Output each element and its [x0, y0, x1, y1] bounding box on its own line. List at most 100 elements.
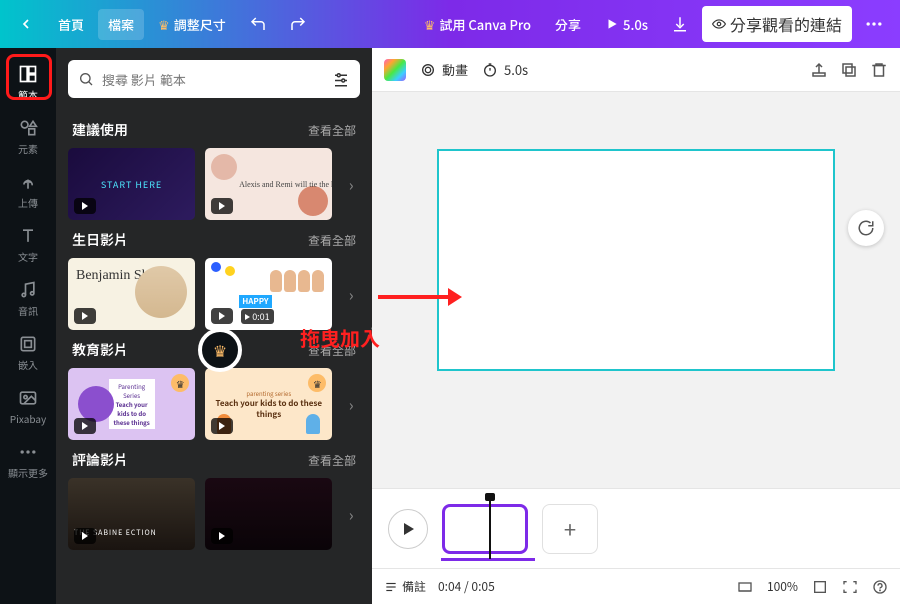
card-text: HAPPY — [239, 295, 271, 308]
share-view-link-button[interactable]: 分享觀看的連結 — [702, 6, 852, 42]
template-card[interactable]: Parenting SeriesTeach your kids to do th… — [68, 368, 195, 440]
share-view-link-label: 分享觀看的連結 — [730, 12, 842, 36]
row-next-button[interactable]: › — [342, 172, 360, 196]
search-input[interactable] — [102, 70, 324, 89]
row-birthday: Benjamin Shah HAPPY 0:01 › — [68, 258, 360, 330]
file-menu[interactable]: 檔案 — [98, 9, 144, 40]
help-button[interactable] — [872, 579, 888, 595]
see-all-link[interactable]: 查看全部 — [308, 232, 356, 249]
animation-button[interactable]: 動畫 — [420, 60, 468, 79]
sidebar-elements-label: 元素 — [18, 141, 38, 156]
sidebar-item-templates[interactable]: 範本 — [4, 56, 52, 108]
color-picker-button[interactable] — [384, 59, 406, 81]
row-education: Parenting SeriesTeach your kids to do th… — [68, 368, 360, 440]
timeline-frame[interactable] — [442, 504, 528, 554]
sidebar-text-label: 文字 — [18, 249, 38, 264]
sidebar-item-embeds[interactable]: 嵌入 — [4, 326, 52, 378]
row-next-button[interactable]: › — [342, 392, 360, 416]
bottom-bar: 備註 0:04 / 0:05 100% — [372, 568, 900, 604]
notes-button[interactable]: 備註 — [384, 578, 426, 595]
notes-label: 備註 — [402, 578, 426, 595]
row-recommended: START HERE Alexis and Remi will tie the … — [68, 148, 360, 220]
resize-button[interactable]: ♛ 調整尺寸 — [148, 9, 236, 40]
export-icon[interactable] — [810, 61, 828, 79]
templates-icon — [17, 63, 39, 85]
download-button[interactable] — [662, 6, 698, 42]
play-icon — [74, 528, 96, 544]
section-title: 生日影片 — [72, 230, 128, 250]
crown-icon: ♛ — [424, 15, 436, 34]
template-card[interactable]: START HERE — [68, 148, 195, 220]
sidebar-uploads-label: 上傳 — [18, 195, 38, 210]
home-button[interactable]: 首頁 — [48, 9, 94, 40]
canvas-zone[interactable] — [372, 92, 900, 488]
template-card[interactable] — [205, 478, 332, 550]
sidebar-item-pixabay[interactable]: Pixabay — [4, 380, 52, 432]
template-card[interactable]: Benjamin Shah — [68, 258, 195, 330]
see-all-link[interactable]: 查看全部 — [308, 122, 356, 139]
play-icon — [74, 418, 96, 434]
sidebar-more-label: 顯示更多 — [8, 465, 48, 480]
section-birthday-head: 生日影片 查看全部 — [72, 230, 356, 250]
premium-badge-icon: ♛ — [308, 374, 326, 392]
sidebar-templates-label: 範本 — [18, 87, 38, 102]
duplicate-icon[interactable] — [840, 61, 858, 79]
more-icon — [17, 441, 39, 463]
play-icon — [211, 198, 233, 214]
add-page-button[interactable]: + — [542, 504, 598, 554]
share-button[interactable]: 分享 — [545, 9, 591, 40]
drag-premium-badge: ♛ — [198, 328, 242, 372]
fullscreen-button[interactable] — [812, 579, 828, 595]
timeline-play-button[interactable] — [388, 509, 428, 549]
search-bar[interactable] — [68, 60, 360, 98]
resize-label: 調整尺寸 — [174, 15, 226, 34]
more-menu-button[interactable] — [856, 6, 892, 42]
sidebar: 範本 元素 上傳 文字 音訊 嵌入 Pixabay 顯示更多 — [0, 48, 56, 604]
sidebar-item-text[interactable]: 文字 — [4, 218, 52, 270]
editor-area: 動畫 5.0s + — [372, 48, 900, 604]
section-title: 教育影片 — [72, 340, 128, 360]
play-icon — [211, 528, 233, 544]
timeline: + — [372, 488, 900, 568]
row-next-button[interactable]: › — [342, 502, 360, 526]
back-button[interactable] — [8, 6, 44, 42]
see-all-link[interactable]: 查看全部 — [308, 452, 356, 469]
row-review: THE SABINE ECTION › — [68, 478, 360, 550]
premium-badge-icon: ♛ — [171, 374, 189, 392]
delete-icon[interactable] — [870, 61, 888, 79]
present-button[interactable] — [842, 579, 858, 595]
play-duration-label: 5.0s — [623, 15, 648, 34]
top-bar: 首頁 檔案 ♛ 調整尺寸 ♛ 試用 Canva Pro 分享 5.0s — [0, 0, 900, 48]
play-preview-button[interactable]: 5.0s — [595, 9, 658, 40]
row-next-button[interactable]: › — [342, 282, 360, 306]
sidebar-item-uploads[interactable]: 上傳 — [4, 164, 52, 216]
canvas-frame[interactable] — [437, 149, 835, 371]
section-review-head: 評論影片 查看全部 — [72, 450, 356, 470]
duration-badge: 0:01 — [241, 309, 274, 324]
playhead[interactable] — [489, 497, 491, 559]
try-pro-label: 試用 Canva Pro — [439, 15, 531, 34]
pixabay-icon — [17, 387, 39, 409]
undo-button[interactable] — [240, 6, 276, 42]
template-card[interactable]: Alexis and Remi will tie the knot! — [205, 148, 332, 220]
see-all-link[interactable]: 查看全部 — [308, 342, 356, 359]
refresh-button[interactable] — [848, 210, 884, 246]
redo-button[interactable] — [280, 6, 316, 42]
editor-toolbar: 動畫 5.0s — [372, 48, 900, 92]
time-display: 0:04 / 0:05 — [438, 578, 495, 595]
templates-panel: 建議使用 查看全部 START HERE Alexis and Remi wil… — [56, 48, 372, 604]
card-tag: parenting series — [246, 389, 291, 398]
grid-view-button[interactable] — [737, 579, 753, 595]
template-card[interactable]: THE SABINE ECTION — [68, 478, 195, 550]
filter-icon[interactable] — [332, 70, 350, 88]
sidebar-item-audio[interactable]: 音訊 — [4, 272, 52, 324]
duration-button[interactable]: 5.0s — [482, 60, 528, 79]
template-card[interactable]: parenting series Teach your kids to do t… — [205, 368, 332, 440]
zoom-display[interactable]: 100% — [767, 578, 798, 595]
card-text: Alexis and Remi will tie the knot! — [239, 180, 332, 189]
sidebar-item-more[interactable]: 顯示更多 — [4, 434, 52, 486]
try-pro-button[interactable]: ♛ 試用 Canva Pro — [414, 9, 541, 40]
card-text: START HERE — [101, 178, 162, 191]
template-card[interactable]: HAPPY 0:01 — [205, 258, 332, 330]
sidebar-item-elements[interactable]: 元素 — [4, 110, 52, 162]
